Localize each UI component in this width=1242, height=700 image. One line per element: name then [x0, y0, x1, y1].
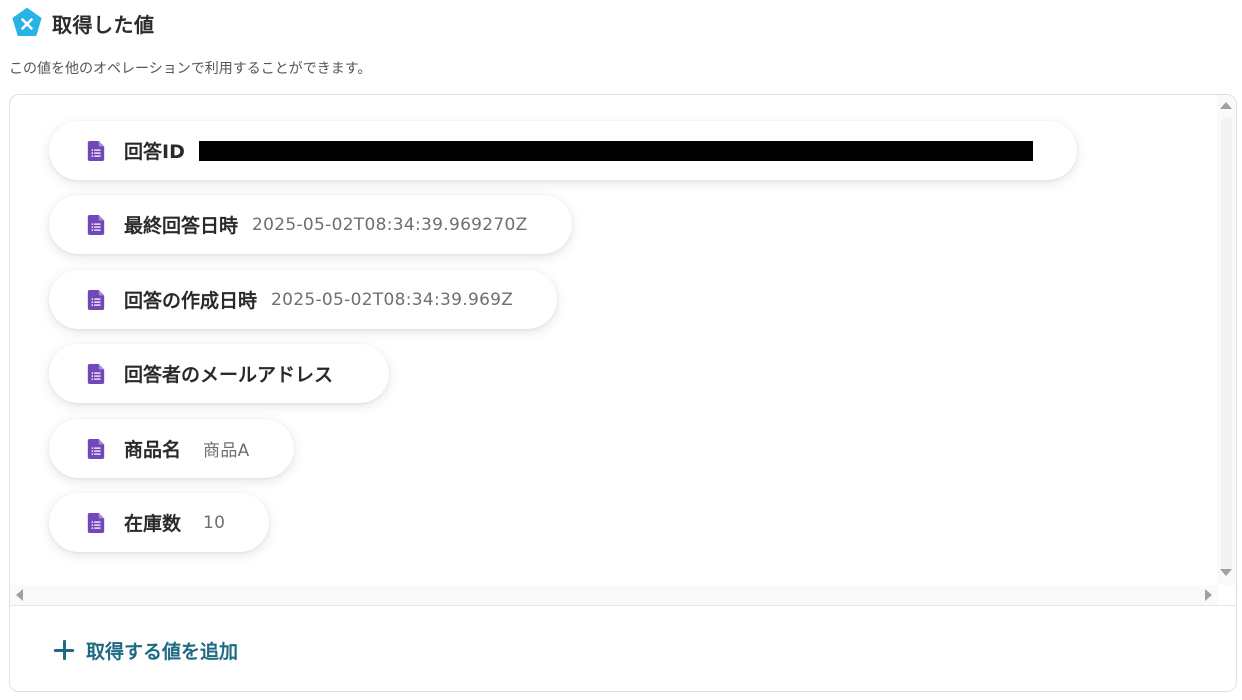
scroll-left-arrow-icon[interactable]	[16, 589, 23, 601]
add-value-button[interactable]: 取得する値を追加	[54, 635, 238, 665]
yoom-pentagon-icon	[12, 8, 42, 36]
value-chip-label: 回答ID	[124, 141, 185, 163]
value-chip-label: 最終回答日時	[124, 215, 239, 237]
redacted-value	[198, 140, 1033, 161]
google-forms-icon	[87, 214, 105, 235]
subtitle: この値を他のオペレーションで利用することができます。	[9, 61, 372, 77]
scrollbar-thumb[interactable]	[1221, 117, 1232, 572]
vertical-scrollbar[interactable]	[1217, 95, 1236, 585]
values-panel: 回答ID 最終回答日時 2025-05-02T08:34:39.969270Z	[9, 94, 1237, 692]
value-chip-label: 商品名	[124, 439, 182, 461]
value-chip-stock-count[interactable]: 在庫数 10	[49, 493, 270, 552]
scroll-down-arrow-icon[interactable]	[1220, 569, 1232, 576]
value-chip-last-answered-at[interactable]: 最終回答日時 2025-05-02T08:34:39.969270Z	[49, 195, 572, 254]
values-scroll-area: 回答ID 最終回答日時 2025-05-02T08:34:39.969270Z	[10, 95, 1218, 585]
google-forms-icon	[87, 438, 105, 459]
add-value-label: 取得する値を追加	[86, 640, 239, 663]
horizontal-scrollbar[interactable]	[10, 585, 1218, 605]
value-chip-value: 2025-05-02T08:34:39.969270Z	[252, 214, 528, 235]
google-forms-icon	[87, 512, 105, 533]
value-chip-label: 在庫数	[124, 513, 182, 535]
scroll-up-arrow-icon[interactable]	[1220, 102, 1232, 109]
value-chip-respondent-email[interactable]: 回答者のメールアドレス	[49, 344, 390, 403]
page-title: 取得した値	[52, 12, 155, 37]
divider	[10, 605, 1236, 606]
value-chip-product-name[interactable]: 商品名 商品A	[49, 419, 294, 478]
google-forms-icon	[87, 363, 105, 384]
plus-icon	[54, 640, 74, 660]
value-chip-value: 2025-05-02T08:34:39.969Z	[271, 289, 514, 310]
scroll-right-arrow-icon[interactable]	[1205, 589, 1212, 601]
value-chip-label: 回答者のメールアドレス	[124, 364, 334, 386]
value-chip-value: 商品A	[203, 441, 250, 461]
value-chip-response-id[interactable]: 回答ID	[49, 121, 1077, 180]
header: 取得した値	[12, 8, 155, 38]
value-chip-created-at[interactable]: 回答の作成日時 2025-05-02T08:34:39.969Z	[49, 270, 558, 329]
google-forms-icon	[87, 140, 105, 161]
value-chip-value: 10	[203, 512, 226, 533]
google-forms-icon	[87, 289, 105, 310]
value-chip-label: 回答の作成日時	[124, 290, 258, 312]
